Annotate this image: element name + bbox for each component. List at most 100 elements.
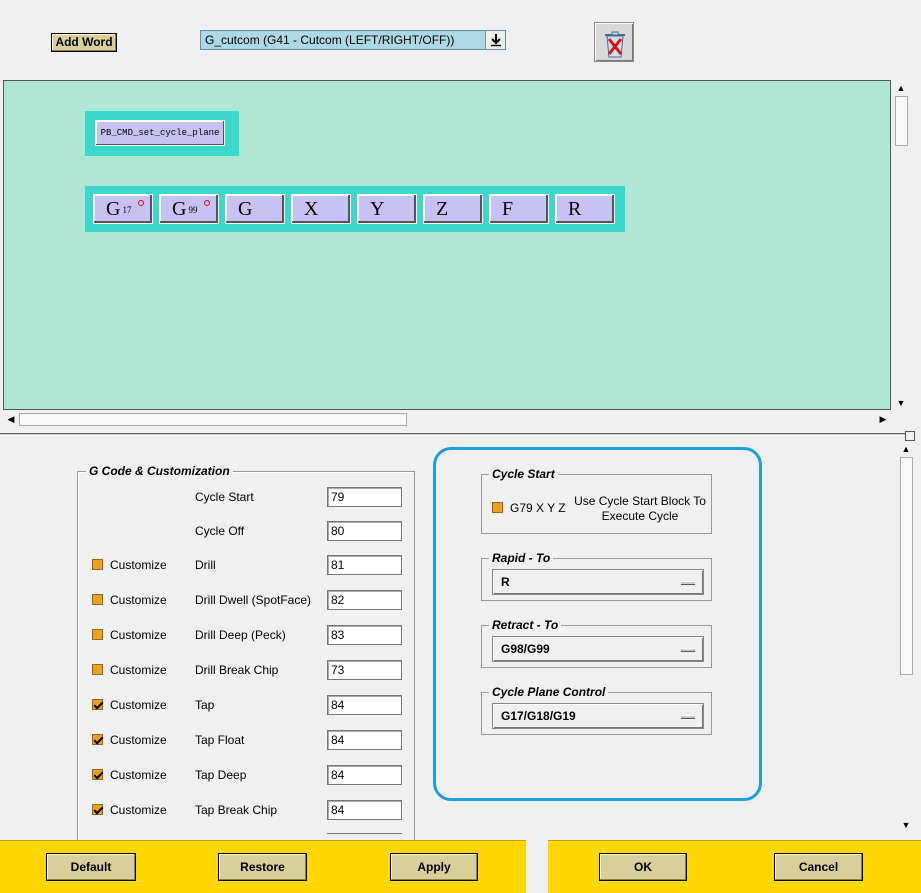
menu-value: R bbox=[501, 575, 510, 589]
cycle-plane-menu-button[interactable]: G17/G18/G19 bbox=[492, 703, 704, 729]
word-block-y[interactable]: Y bbox=[357, 194, 417, 224]
tap-break-chip-code-input[interactable] bbox=[327, 800, 402, 820]
settings-vertical-scrollbar[interactable]: ▲ ▼ bbox=[898, 441, 915, 833]
drill-deep-code-input[interactable] bbox=[327, 625, 402, 645]
word-letter: Y bbox=[370, 198, 385, 220]
group-title: Cycle Start bbox=[489, 467, 558, 481]
customize-checkbox-drill[interactable] bbox=[92, 559, 103, 570]
scroll-up-icon[interactable]: ▲ bbox=[893, 80, 909, 96]
customize-checkbox-drill-dwell[interactable] bbox=[92, 594, 103, 605]
block-canvas[interactable]: PB_CMD_set_cycle_plane G 17 G 99 G X Y Z F… bbox=[3, 80, 891, 410]
row-label: Cycle Off bbox=[195, 524, 245, 538]
apply-button[interactable]: Apply bbox=[390, 853, 478, 881]
menu-indicator-icon bbox=[681, 715, 695, 719]
rapid-to-menu-button[interactable]: R bbox=[492, 569, 704, 595]
ok-button[interactable]: OK bbox=[599, 853, 687, 881]
word-block-x[interactable]: X bbox=[291, 194, 351, 224]
word-block-f[interactable]: F bbox=[489, 194, 549, 224]
word-block-r[interactable]: R bbox=[555, 194, 615, 224]
customize-label: Customize bbox=[110, 803, 167, 817]
drill-dwell-code-input[interactable] bbox=[327, 590, 402, 610]
customize-label: Customize bbox=[110, 593, 167, 607]
drill-break-chip-code-input[interactable] bbox=[327, 660, 402, 680]
group-title: Retract - To bbox=[489, 618, 562, 632]
word-block-z[interactable]: Z bbox=[423, 194, 483, 224]
default-button[interactable]: Default bbox=[46, 853, 136, 881]
scroll-thumb[interactable] bbox=[895, 96, 908, 146]
dropdown-arrow-icon[interactable] bbox=[485, 31, 505, 49]
cycle-start-checkbox[interactable] bbox=[492, 502, 503, 513]
row-label: Drill Dwell (SpotFace) bbox=[195, 593, 312, 607]
scroll-up-icon[interactable]: ▲ bbox=[898, 441, 914, 457]
word-letter: G bbox=[172, 198, 187, 220]
word-letter: G bbox=[238, 198, 253, 220]
word-block-frame: G 17 G 99 G X Y Z F R bbox=[85, 186, 625, 232]
pane-divider bbox=[0, 433, 905, 436]
word-block-g[interactable]: G bbox=[225, 194, 285, 224]
group-title: G Code & Customization bbox=[86, 464, 233, 478]
retract-to-menu-button[interactable]: G98/G99 bbox=[492, 636, 704, 662]
row-label: Tap Deep bbox=[195, 768, 247, 782]
word-letter: F bbox=[502, 198, 514, 220]
command-block-button[interactable]: PB_CMD_set_cycle_plane bbox=[95, 120, 225, 146]
footer-bar-right: OK Cancel bbox=[548, 840, 921, 893]
word-letter: X bbox=[304, 198, 319, 220]
scroll-left-icon[interactable]: ◀ bbox=[3, 411, 19, 427]
cycle-start-checkbox-label: G79 X Y Z bbox=[510, 501, 566, 515]
menu-value: G98/G99 bbox=[501, 642, 550, 656]
customize-checkbox-tap[interactable] bbox=[92, 699, 103, 710]
row-label: Drill bbox=[195, 558, 216, 572]
scroll-right-icon[interactable]: ▶ bbox=[875, 411, 891, 427]
menu-indicator-icon bbox=[681, 581, 695, 585]
cycle-off-code-input[interactable] bbox=[327, 521, 402, 541]
pane-sash-handle[interactable] bbox=[905, 431, 915, 441]
restore-button[interactable]: Restore bbox=[218, 853, 307, 881]
word-block-g17[interactable]: G 17 bbox=[93, 194, 153, 224]
cycle-start-code-input[interactable] bbox=[327, 487, 402, 507]
drill-code-input[interactable] bbox=[327, 555, 402, 575]
clipped-input-edge bbox=[327, 833, 402, 835]
row-label: Tap Float bbox=[195, 733, 245, 747]
customize-checkbox-tap-float[interactable] bbox=[92, 734, 103, 745]
group-title: Rapid - To bbox=[489, 551, 554, 565]
customize-checkbox-drill-break-chip[interactable] bbox=[92, 664, 103, 675]
modified-dot-icon bbox=[138, 200, 144, 206]
command-block-frame: PB_CMD_set_cycle_plane bbox=[85, 111, 239, 156]
modified-dot-icon bbox=[204, 200, 210, 206]
word-block-g99[interactable]: G 99 bbox=[159, 194, 219, 224]
footer-bar-left: Default Restore Apply bbox=[0, 840, 526, 893]
customize-checkbox-tap-deep[interactable] bbox=[92, 769, 103, 780]
word-letter: Z bbox=[436, 198, 449, 220]
trash-can-icon bbox=[605, 31, 625, 58]
word-select-dropdown[interactable]: G_cutcom (G41 - Cutcom (LEFT/RIGHT/OFF)) bbox=[200, 30, 506, 50]
row-label: Tap bbox=[195, 698, 215, 712]
scroll-down-icon[interactable]: ▼ bbox=[898, 817, 914, 833]
cycle-start-group: Cycle Start G79 X Y Z Use Cycle Start Bl… bbox=[481, 467, 712, 534]
tap-code-input[interactable] bbox=[327, 695, 402, 715]
menu-indicator-icon bbox=[681, 648, 695, 652]
customize-checkbox-drill-deep[interactable] bbox=[92, 629, 103, 640]
retract-to-group: Retract - To G98/G99 bbox=[481, 618, 712, 668]
row-label: Drill Break Chip bbox=[195, 663, 279, 677]
trash-can-button[interactable] bbox=[594, 22, 634, 62]
row-label: Cycle Start bbox=[195, 490, 254, 504]
scroll-thumb[interactable] bbox=[19, 413, 407, 426]
canvas-vertical-scrollbar[interactable]: ▲ ▼ bbox=[893, 80, 910, 411]
menu-value: G17/G18/G19 bbox=[501, 709, 576, 723]
canvas-horizontal-scrollbar[interactable]: ◀ ▶ bbox=[3, 411, 891, 428]
word-select-value: G_cutcom (G41 - Cutcom (LEFT/RIGHT/OFF)) bbox=[205, 33, 455, 47]
add-word-button[interactable]: Add Word bbox=[51, 33, 117, 52]
tap-deep-code-input[interactable] bbox=[327, 765, 402, 785]
customize-checkbox-tap-break-chip[interactable] bbox=[92, 804, 103, 815]
word-sub: 17 bbox=[122, 205, 132, 216]
scroll-down-icon[interactable]: ▼ bbox=[893, 395, 909, 411]
customize-label: Customize bbox=[110, 628, 167, 642]
cycle-plane-control-group: Cycle Plane Control G17/G18/G19 bbox=[481, 685, 712, 735]
scroll-thumb[interactable] bbox=[900, 457, 913, 675]
tap-float-code-input[interactable] bbox=[327, 730, 402, 750]
group-title: Cycle Plane Control bbox=[489, 685, 609, 699]
customize-label: Customize bbox=[110, 558, 167, 572]
cycle-settings-panel: Cycle Start G79 X Y Z Use Cycle Start Bl… bbox=[433, 447, 762, 801]
row-label: Tap Break Chip bbox=[195, 803, 278, 817]
cancel-button[interactable]: Cancel bbox=[774, 853, 863, 881]
